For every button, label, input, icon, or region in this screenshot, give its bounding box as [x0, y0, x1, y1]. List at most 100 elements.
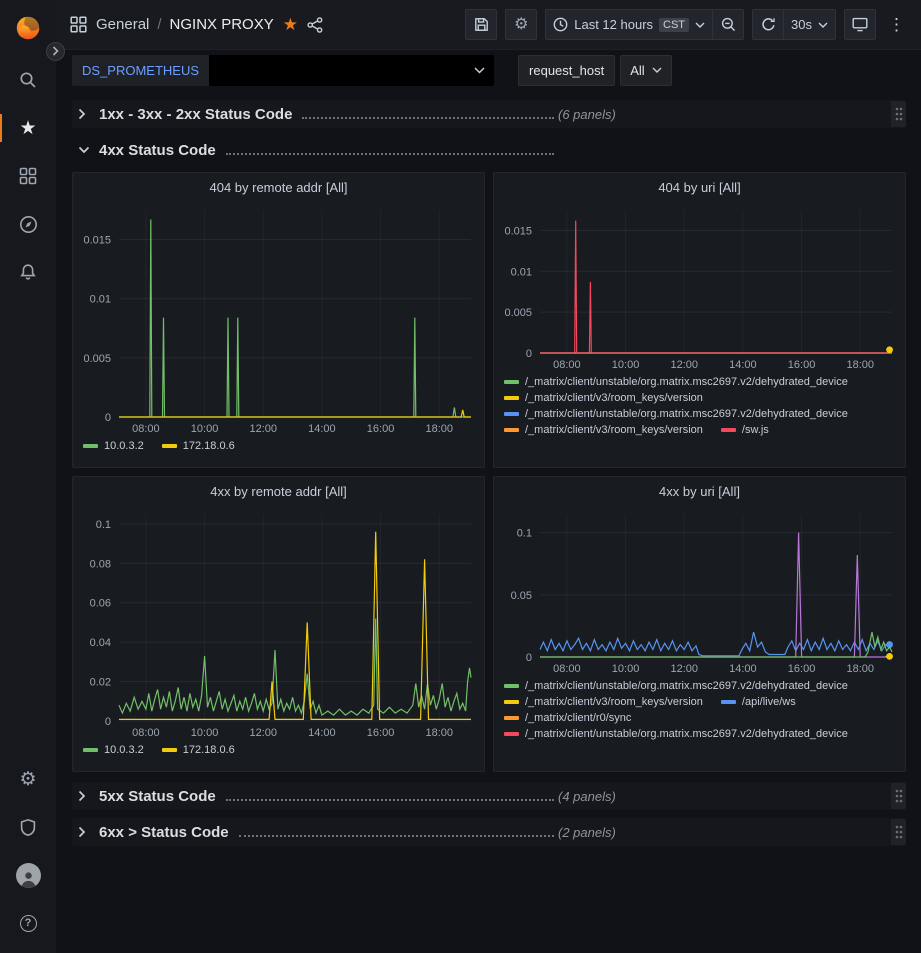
sidebar-item-help[interactable]: ? [0, 899, 56, 947]
dotted-leader [226, 799, 554, 801]
grafana-logo-icon [13, 12, 43, 42]
sidebar-item-alerting[interactable] [0, 248, 56, 296]
dotted-leader [226, 153, 554, 155]
svg-text:0.01: 0.01 [511, 266, 532, 278]
legend-item[interactable]: 10.0.3.2 [83, 440, 144, 452]
legend-series-label: 172.18.0.6 [183, 744, 235, 756]
panel-title[interactable]: 404 by remote addr [All] [73, 173, 484, 201]
avatar [16, 863, 41, 888]
panel-title[interactable]: 4xx by remote addr [All] [73, 477, 484, 505]
time-range-picker[interactable]: Last 12 hours CST [545, 9, 713, 40]
legend-row: /_matrix/client/unstable/org.matrix.msc2… [504, 376, 897, 388]
legend-series-label: /_matrix/client/v3/room_keys/version [525, 392, 703, 404]
legend-series-color [504, 716, 519, 720]
refresh-interval-picker[interactable]: 30s [783, 9, 836, 40]
dashboard-settings-button[interactable]: ⚙ [505, 9, 537, 40]
timeseries-chart[interactable]: 08:0010:0012:0014:0016:0018:0000.020.040… [73, 505, 484, 741]
row-panel-count: (6 panels) [558, 107, 616, 122]
refresh-interval-label: 30s [791, 17, 812, 32]
row-drag-handle[interactable] [891, 819, 906, 845]
legend-item[interactable]: /_matrix/client/v3/room_keys/version [504, 392, 703, 404]
breadcrumb-title[interactable]: NGINX PROXY [170, 16, 274, 33]
apps-icon[interactable] [70, 16, 87, 33]
svg-text:12:00: 12:00 [670, 359, 698, 371]
zoom-out-icon [721, 17, 736, 32]
legend-series-color [721, 428, 736, 432]
legend-item[interactable]: /_matrix/client/unstable/org.matrix.msc2… [504, 680, 848, 692]
svg-text:0.02: 0.02 [90, 677, 111, 689]
sidebar-item-server-admin[interactable] [0, 803, 56, 851]
panel-title[interactable]: 4xx by uri [All] [494, 477, 905, 505]
tv-mode-button[interactable] [844, 9, 876, 40]
grafana-logo[interactable] [11, 10, 45, 44]
svg-text:16:00: 16:00 [367, 727, 395, 739]
breadcrumb-separator: / [157, 16, 161, 33]
favorite-star-icon[interactable]: ★ [283, 16, 298, 33]
dotted-leader [239, 835, 554, 837]
legend-item[interactable]: /_matrix/client/unstable/org.matrix.msc2… [504, 376, 848, 388]
legend-item[interactable]: /_matrix/client/unstable/org.matrix.msc2… [504, 408, 848, 420]
legend-series-label: 172.18.0.6 [183, 440, 235, 452]
breadcrumb: General / NGINX PROXY [96, 16, 274, 33]
row-drag-handle[interactable] [891, 783, 906, 809]
svg-text:18:00: 18:00 [846, 663, 874, 675]
svg-text:0: 0 [526, 652, 532, 664]
sidebar-item-configuration[interactable]: ⚙ [0, 755, 56, 803]
row-drag-handle[interactable] [891, 101, 906, 127]
svg-text:0.04: 0.04 [90, 637, 111, 649]
sidebar-expand-button[interactable] [46, 42, 65, 61]
chart-legend: /_matrix/client/unstable/org.matrix.msc2… [494, 677, 905, 771]
sidebar-item-starred[interactable]: ★ [0, 104, 56, 152]
sidebar-item-explore[interactable] [0, 200, 56, 248]
row-6xx[interactable]: 6xx > Status Code (2 panels) [72, 818, 906, 846]
sidebar-item-search[interactable] [0, 56, 56, 104]
variable-datasource: DS_PROMETHEUS [72, 55, 494, 86]
kebab-menu-icon[interactable]: ⋮ [884, 15, 909, 35]
datasource-select[interactable] [209, 55, 494, 86]
timeseries-chart[interactable]: 08:0010:0012:0014:0016:0018:0000.0050.01… [494, 201, 905, 373]
dotted-leader [302, 117, 554, 119]
dashboard-content: 1xx - 3xx - 2xx Status Code (6 panels) 4… [56, 88, 921, 953]
row-4xx[interactable]: 4xx Status Code [72, 136, 906, 164]
row-title: 1xx - 3xx - 2xx Status Code [99, 106, 292, 123]
timeseries-chart[interactable]: 08:0010:0012:0014:0016:0018:0000.050.1 [494, 505, 905, 677]
save-dashboard-button[interactable] [465, 9, 497, 40]
sidebar-item-dashboards[interactable] [0, 152, 56, 200]
svg-text:12:00: 12:00 [670, 663, 698, 675]
legend-item[interactable]: /_matrix/client/unstable/org.matrix.msc2… [504, 728, 848, 740]
sidebar-nav: ★ [0, 56, 56, 296]
refresh-button[interactable] [752, 9, 784, 40]
row-1xx-3xx-2xx[interactable]: 1xx - 3xx - 2xx Status Code (6 panels) [72, 100, 906, 128]
row-panel-count: (2 panels) [558, 825, 616, 840]
chevron-down-icon [652, 67, 662, 73]
legend-item[interactable]: 172.18.0.6 [162, 440, 235, 452]
request-host-select[interactable]: All [620, 55, 671, 86]
legend-item[interactable]: /api/live/ws [721, 696, 796, 708]
legend-item[interactable]: 10.0.3.2 [83, 744, 144, 756]
legend-series-color [162, 444, 177, 448]
help-icon: ? [20, 915, 37, 932]
chevron-down-icon [78, 146, 94, 154]
legend-series-color [504, 380, 519, 384]
sidebar-item-profile[interactable] [0, 851, 56, 899]
legend-item[interactable]: /_matrix/client/r0/sync [504, 712, 631, 724]
share-icon[interactable] [307, 17, 323, 33]
legend-item[interactable]: /_matrix/client/v3/room_keys/version [504, 696, 703, 708]
legend-item[interactable]: /sw.js [721, 424, 769, 436]
clock-icon [553, 17, 568, 32]
legend-item[interactable]: /_matrix/client/v3/room_keys/version [504, 424, 703, 436]
chart-legend: 10.0.3.2 172.18.0.6 [73, 741, 484, 771]
legend-row: /_matrix/client/unstable/org.matrix.msc2… [504, 408, 897, 420]
chevron-down-icon [474, 67, 485, 74]
breadcrumb-section[interactable]: General [96, 16, 149, 33]
legend-series-color [721, 700, 736, 704]
zoom-out-button[interactable] [712, 9, 744, 40]
svg-text:0.01: 0.01 [90, 294, 111, 306]
panel-title[interactable]: 404 by uri [All] [494, 173, 905, 201]
svg-text:08:00: 08:00 [132, 727, 160, 739]
svg-text:16:00: 16:00 [788, 663, 816, 675]
row-5xx[interactable]: 5xx Status Code (4 panels) [72, 782, 906, 810]
svg-text:14:00: 14:00 [308, 727, 336, 739]
timeseries-chart[interactable]: 08:0010:0012:0014:0016:0018:0000.0050.01… [73, 201, 484, 437]
legend-item[interactable]: 172.18.0.6 [162, 744, 235, 756]
